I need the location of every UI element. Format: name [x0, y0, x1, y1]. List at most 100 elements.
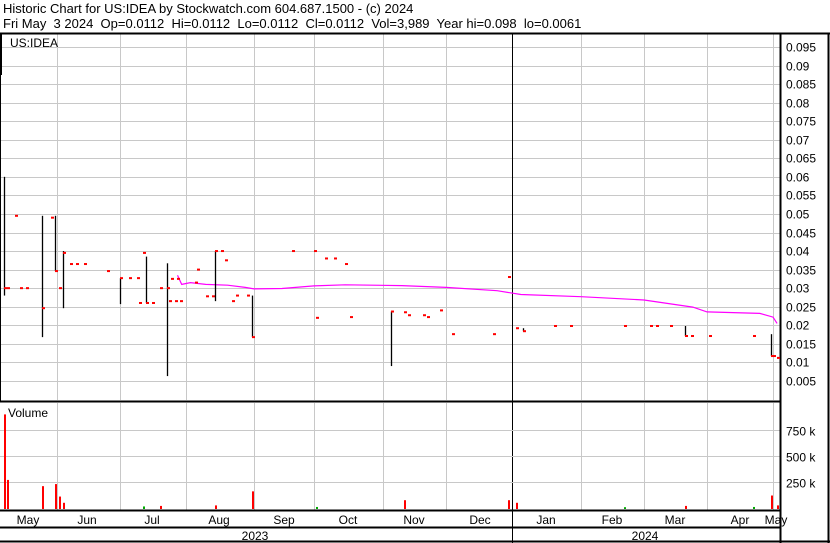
- close-tick: [316, 316, 319, 319]
- price-tick-label: 0.09: [786, 60, 810, 74]
- close-tick: [139, 301, 142, 304]
- close-tick: [84, 263, 87, 266]
- close-tick: [177, 277, 180, 280]
- close-tick: [129, 277, 132, 280]
- close-tick: [212, 295, 215, 298]
- close-tick: [180, 300, 183, 303]
- close-tick: [137, 277, 140, 280]
- close-tick: [508, 276, 511, 279]
- close-tick: [554, 324, 557, 327]
- close-tick: [391, 310, 394, 313]
- volume-bar: [753, 506, 755, 509]
- volume-bar: [143, 506, 145, 509]
- volume-bar: [42, 486, 44, 509]
- close-tick: [624, 324, 627, 327]
- volume-bar: [777, 505, 779, 509]
- close-tick: [70, 263, 73, 266]
- price-tick-label: 0.045: [786, 227, 816, 241]
- price-tick-label: 0.04: [786, 245, 810, 259]
- price-tick-label: 0.075: [786, 115, 816, 129]
- close-tick: [753, 335, 756, 338]
- month-label: Apr: [731, 513, 750, 527]
- close-tick: [171, 277, 174, 280]
- close-tick: [20, 287, 23, 290]
- close-tick: [252, 336, 255, 339]
- close-tick: [7, 287, 10, 290]
- close-tick: [523, 330, 526, 333]
- price-tick-label: 0.055: [786, 189, 816, 203]
- stock-chart: 0.005 0.01 0.015 0.02 0.025 0.03 0.035 0.04 0.04…: [0, 32, 830, 543]
- volume-bar: [160, 505, 162, 509]
- close-tick: [440, 309, 443, 312]
- close-tick: [143, 251, 146, 254]
- close-tick: [423, 314, 426, 317]
- volume-bar: [59, 496, 61, 509]
- price-tick-label: 0.06: [786, 171, 810, 185]
- year-label: 2023: [242, 529, 269, 543]
- volume-bar: [771, 495, 773, 509]
- close-tick: [4, 287, 7, 290]
- close-tick: [570, 324, 573, 327]
- month-label: Jun: [77, 513, 96, 527]
- close-tick: [225, 259, 228, 262]
- month-label: Oct: [339, 513, 358, 527]
- close-tick: [42, 307, 45, 310]
- price-tick-label: 0.05: [786, 208, 810, 222]
- close-tick: [334, 257, 337, 260]
- price-tick-label: 0.015: [786, 338, 816, 352]
- month-label: Feb: [602, 513, 623, 527]
- close-tick: [777, 356, 780, 359]
- close-tick: [51, 216, 54, 219]
- close-tick: [55, 270, 58, 273]
- close-tick: [452, 333, 455, 336]
- close-tick: [146, 301, 149, 304]
- month-label: Jul: [144, 513, 159, 527]
- close-tick: [175, 300, 178, 303]
- close-tick: [493, 333, 496, 336]
- close-tick: [650, 324, 653, 327]
- close-tick: [215, 250, 218, 253]
- year-label: 2024: [632, 529, 659, 543]
- price-tick-label: 0.035: [786, 264, 816, 278]
- month-label: Sep: [273, 513, 295, 527]
- symbol-label: US:IDEA: [10, 36, 58, 50]
- volume-bar: [404, 500, 406, 509]
- close-tick: [63, 251, 66, 254]
- volume-bar: [252, 491, 254, 509]
- close-tick: [197, 268, 200, 271]
- price-tick-label: 0.02: [786, 319, 810, 333]
- close-tick: [206, 295, 209, 298]
- close-tick: [26, 287, 29, 290]
- close-tick: [314, 250, 317, 253]
- close-tick: [670, 324, 673, 327]
- volume-bar: [215, 505, 217, 509]
- close-tick: [120, 277, 123, 280]
- close-tick: [709, 335, 712, 338]
- volume-tick-label: 500 k: [786, 451, 816, 465]
- close-tick: [221, 250, 224, 253]
- close-tick: [773, 355, 776, 358]
- price-tick-label: 0.085: [786, 78, 816, 92]
- close-tick: [427, 316, 430, 319]
- close-tick: [656, 324, 659, 327]
- price-tick-label: 0.07: [786, 134, 810, 148]
- close-tick: [404, 311, 407, 314]
- close-tick: [152, 301, 155, 304]
- month-label: Dec: [469, 513, 490, 527]
- close-tick: [76, 263, 79, 266]
- price-panel-frame: [0, 33, 781, 402]
- price-tick-label: 0.095: [786, 41, 816, 55]
- volume-bar: [316, 506, 318, 509]
- close-tick: [107, 270, 110, 273]
- close-tick: [195, 281, 198, 284]
- volume-bar: [7, 479, 9, 509]
- month-label: Aug: [208, 513, 229, 527]
- month-label: Jan: [536, 513, 555, 527]
- close-tick: [167, 287, 170, 290]
- month-label: May: [765, 513, 788, 527]
- price-tick-label: 0.01: [786, 356, 810, 370]
- close-tick: [236, 294, 239, 297]
- volume-tick-label: 750 k: [786, 425, 816, 439]
- close-tick: [247, 294, 250, 297]
- close-tick: [350, 316, 353, 319]
